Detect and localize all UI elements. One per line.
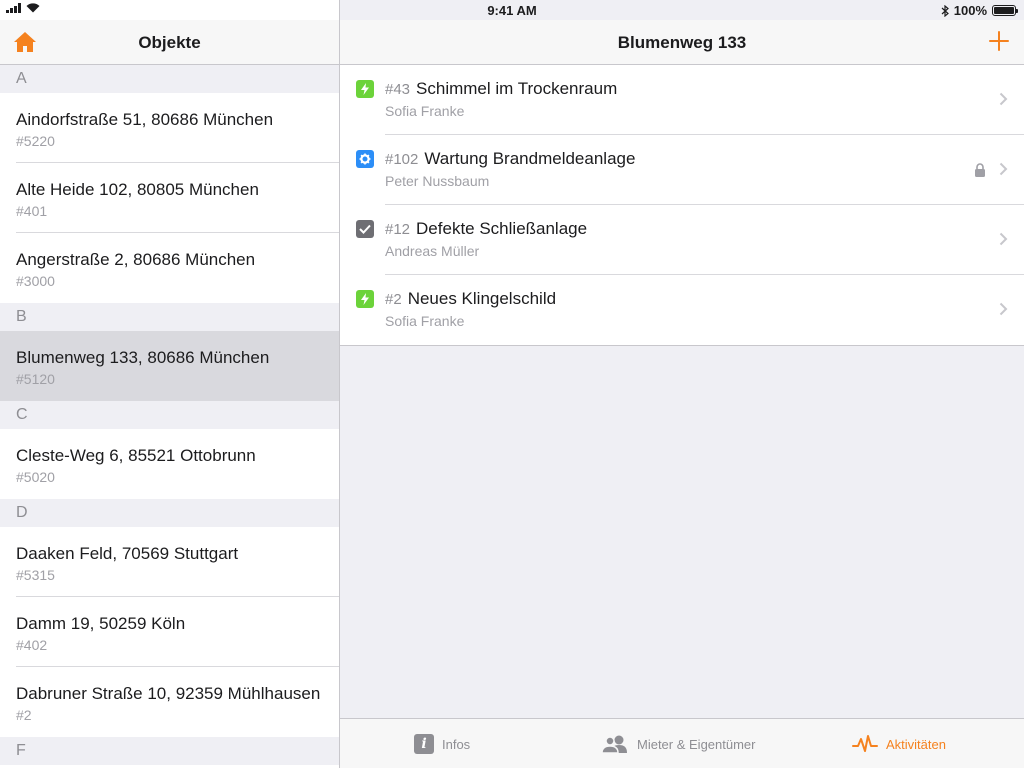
activity-row[interactable]: #102 Wartung Brandmeldeanlage Peter Nussb… [340,135,1024,205]
object-row-alte-heide[interactable]: Alte Heide 102, 80805 München #401 [0,163,339,233]
activity-title: Schimmel im Trockenraum [416,79,618,98]
object-number: #3000 [16,273,55,289]
activity-person: Peter Nussbaum [385,173,490,189]
activity-title-line: #12 Defekte Schließanlage [385,219,587,239]
object-address: Alte Heide 102, 80805 München [16,180,259,199]
detail-navigation-bar: Blumenweg 133 [340,20,1024,65]
object-detail-pane: Blumenweg 133 #43 Schimmel im Trockenraum… [340,0,1024,768]
checkmark-icon [356,220,374,238]
activity-number: #2 [385,291,402,308]
status-bar: 9:41 AM 100% [0,0,1024,20]
object-address: Dabruner Straße 10, 92359 Mühlhausen [16,684,321,703]
object-number: #5120 [16,371,55,387]
object-number: #5220 [16,133,55,149]
activity-number: #12 [385,221,411,238]
section-header-a: A [0,65,339,93]
section-header-c: C [0,401,339,429]
object-row-daaken-feld[interactable]: Daaken Feld, 70569 Stuttgart #5315 [0,527,339,597]
detail-title: Blumenweg 133 [617,33,747,52]
bolt-icon [356,290,374,308]
object-address: Cleste-Weg 6, 85521 Ottobrunn [16,446,256,465]
activity-number: #43 [385,81,411,98]
chevron-right-icon [999,232,1008,246]
activities-list: #43 Schimmel im Trockenraum Sofia Franke … [340,65,1024,346]
chevron-right-icon [999,162,1008,176]
bluetooth-icon [941,4,949,17]
object-number: #401 [16,203,48,219]
tab-label: Infos [442,736,471,752]
activity-number: #102 [385,151,419,168]
bolt-icon [356,80,374,98]
activity-title: Wartung Brandmeldeanlage [424,149,636,168]
objects-title: Objekte [138,33,201,52]
object-address: Aindorfstraße 51, 80686 München [16,110,274,129]
people-icon [601,735,627,754]
object-row-angerstrasse[interactable]: Angerstraße 2, 80686 München #3000 [0,233,339,303]
activity-row[interactable]: #12 Defekte Schließanlage Andreas Müller [340,205,1024,275]
status-right: 100% [941,3,1018,18]
tab-label: Aktivitäten [886,736,946,752]
object-address: Daaken Feld, 70569 Stuttgart [16,544,239,563]
activity-person: Andreas Müller [385,243,480,259]
status-time: 9:41 AM [487,3,537,18]
tab-label: Mieter & Eigentümer [637,736,756,752]
activity-title: Defekte Schließanlage [416,219,588,238]
lock-icon [975,163,985,177]
object-address: Angerstraße 2, 80686 München [16,250,256,269]
objects-list: A Aindorfstraße 51, 80686 München #5220 … [0,65,339,765]
activity-person: Sofia Franke [385,313,465,329]
activity-title: Neues Klingelschild [407,289,557,308]
tab-aktivitaeten[interactable]: Aktivitäten [852,719,946,768]
objects-navigation-bar: Objekte [0,20,339,65]
object-number: #402 [16,637,48,653]
object-number: #5315 [16,567,55,583]
object-number: #5020 [16,469,55,485]
plus-icon[interactable] [988,30,1010,52]
activity-row[interactable]: #43 Schimmel im Trockenraum Sofia Franke [340,65,1024,135]
tab-bar: i Infos Mieter & Eigentümer Aktivitäten [340,718,1024,768]
activity-title-line: #43 Schimmel im Trockenraum [385,79,617,99]
chevron-right-icon [999,302,1008,316]
object-row-aindorfstrasse[interactable]: Aindorfstraße 51, 80686 München #5220 [0,93,339,163]
section-header-d: D [0,499,339,527]
tab-mieter-eigentuemer[interactable]: Mieter & Eigentümer [601,719,756,768]
gear-icon [356,150,374,168]
activity-row[interactable]: #2 Neues Klingelschild Sofia Franke [340,275,1024,345]
object-row-blumenweg[interactable]: Blumenweg 133, 80686 München #5120 [0,331,339,401]
activity-title-line: #102 Wartung Brandmeldeanlage [385,149,635,169]
section-header-f: F [0,737,339,765]
section-header-b: B [0,303,339,331]
activity-pulse-icon [852,735,878,752]
objects-master-pane: Objekte A Aindorfstraße 51, 80686 Münche… [0,0,339,768]
chevron-right-icon [999,92,1008,106]
object-row-cleste-weg[interactable]: Cleste-Weg 6, 85521 Ottobrunn #5020 [0,429,339,499]
activity-person: Sofia Franke [385,103,465,119]
object-address: Damm 19, 50259 Köln [16,614,186,633]
object-row-dabruner-strasse[interactable]: Dabruner Straße 10, 92359 Mühlhausen #2 [0,667,339,737]
battery-icon [992,5,1018,16]
activity-title-line: #2 Neues Klingelschild [385,289,556,309]
battery-percent: 100% [953,3,987,18]
object-row-damm[interactable]: Damm 19, 50259 Köln #402 [0,597,339,667]
object-number: #2 [16,707,32,723]
object-address: Blumenweg 133, 80686 München [16,348,270,367]
tab-infos[interactable]: i Infos [414,719,470,768]
info-icon: i [414,734,434,754]
